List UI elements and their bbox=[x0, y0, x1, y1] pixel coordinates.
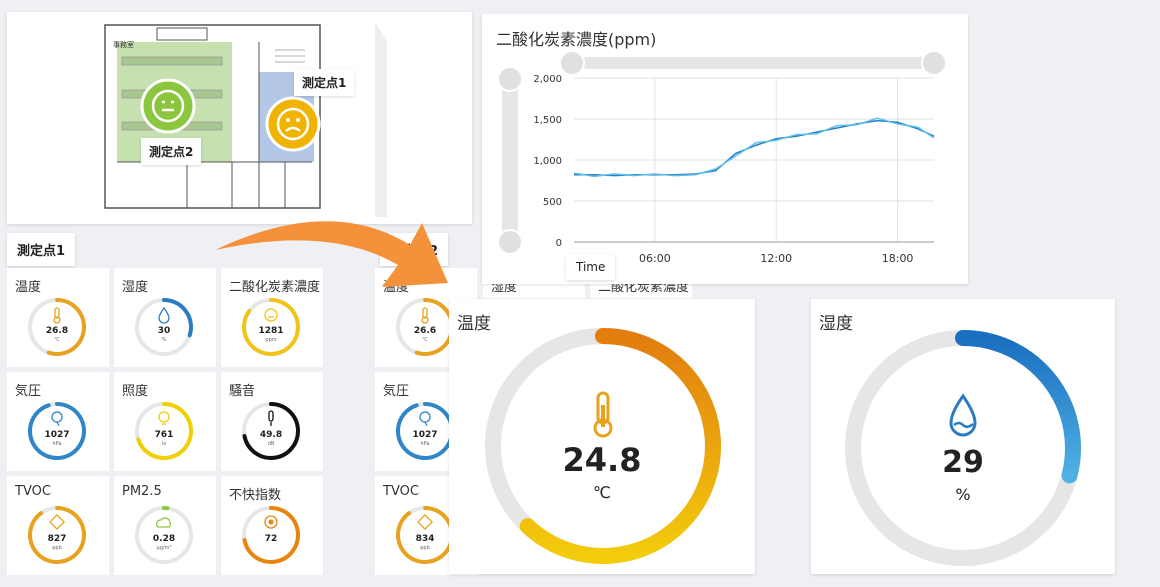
sad-face-icon[interactable] bbox=[265, 96, 321, 152]
y-tick-label: 1,000 bbox=[533, 156, 562, 167]
tile-value: 26.6 bbox=[414, 326, 436, 336]
tile-value: 1281 bbox=[258, 326, 283, 336]
big-humidity-panel[interactable]: 湿度 29 % bbox=[811, 299, 1115, 574]
range-slider-vertical[interactable] bbox=[502, 69, 518, 249]
tile-title: TVOC bbox=[383, 484, 419, 499]
tile-value: 0.28 bbox=[153, 534, 175, 544]
mini-gauge: 834ppb bbox=[396, 506, 454, 564]
point1-mic-tile[interactable]: 騒音 49.8 dB bbox=[221, 372, 323, 471]
mini-gauge: 26.8℃ bbox=[28, 298, 86, 356]
tile-title: 騒音 bbox=[229, 384, 256, 399]
point1-diamond-tile[interactable]: TVOC 827 ppb bbox=[7, 476, 109, 575]
tile-value: 1027 bbox=[44, 430, 69, 440]
co2-line-chart: 0 500 1,000 1,500 2,000 06:00 12:00 18:00 bbox=[497, 50, 947, 265]
point1-thermometer-tile[interactable]: 温度 26.8 ℃ bbox=[7, 268, 109, 367]
floor-plan-panel: 事務室 測定点1 測定点2 bbox=[7, 12, 472, 224]
droplet-icon bbox=[158, 306, 170, 324]
tile-unit: hPa bbox=[420, 441, 429, 447]
floor-label-point1[interactable]: 測定点1 bbox=[294, 69, 355, 96]
tile-value: 72 bbox=[265, 534, 278, 544]
room-label: 事務室 bbox=[113, 41, 134, 49]
thermometer-icon bbox=[593, 391, 613, 438]
tile-value: 761 bbox=[155, 430, 174, 440]
y-tick-label: 1,500 bbox=[533, 115, 562, 126]
range-slider-horizontal[interactable] bbox=[562, 57, 942, 69]
range-handle-bottom[interactable] bbox=[497, 229, 523, 255]
point1-bulb-tile[interactable]: 照度 761 lx bbox=[114, 372, 216, 471]
point1-target-tile[interactable]: 不快指数 72 bbox=[221, 476, 323, 575]
tile-title: PM2.5 bbox=[122, 484, 162, 499]
range-handle-left[interactable] bbox=[559, 50, 585, 76]
tile-unit: ppb bbox=[52, 545, 62, 551]
x-tick-label: 12:00 bbox=[760, 252, 792, 265]
tile-title: 湿度 bbox=[122, 280, 149, 295]
diamond-icon bbox=[49, 514, 65, 530]
big-humidity-value: 29 bbox=[942, 445, 984, 480]
tile-value: 1027 bbox=[412, 430, 437, 440]
tile-value: 49.8 bbox=[260, 430, 282, 440]
tile-title: 温度 bbox=[15, 280, 42, 295]
floor-plan bbox=[104, 22, 387, 217]
mini-gauge: 49.8dB bbox=[242, 402, 300, 460]
big-temperature-value: 24.8 bbox=[562, 441, 642, 479]
tile-title: 照度 bbox=[122, 384, 149, 399]
series-line-1 bbox=[574, 119, 935, 177]
target-icon bbox=[264, 515, 278, 529]
tile-title: 不快指数 bbox=[229, 488, 282, 503]
pin-icon bbox=[51, 411, 63, 427]
diamond-icon bbox=[417, 514, 433, 530]
tile-value: 834 bbox=[416, 534, 435, 544]
mini-gauge: 761lx bbox=[135, 402, 193, 460]
chart-x-label: Time bbox=[566, 254, 616, 280]
mic-icon bbox=[268, 410, 274, 426]
tile-unit: lx bbox=[162, 441, 166, 447]
droplet-icon bbox=[949, 393, 977, 437]
mini-gauge: 827ppb bbox=[28, 506, 86, 564]
mini-gauge: 0.28μg/m³ bbox=[135, 506, 193, 564]
big-temperature-panel[interactable]: 温度 24.8 ℃ bbox=[449, 299, 755, 574]
tile-title: 気圧 bbox=[15, 384, 42, 399]
tile-unit: % bbox=[162, 337, 167, 343]
bulb-icon bbox=[158, 411, 170, 425]
tile-value: 827 bbox=[48, 534, 67, 544]
tile-title: 気圧 bbox=[383, 384, 410, 399]
cloud-icon bbox=[156, 517, 172, 528]
mini-gauge: 1027hPa bbox=[28, 402, 86, 460]
big-temperature-unit: ℃ bbox=[593, 483, 611, 502]
tile-unit: ppm bbox=[265, 337, 276, 343]
y-tick-label: 2,000 bbox=[533, 74, 562, 85]
tile-value: 30 bbox=[158, 326, 171, 336]
mini-gauge: 1027hPa bbox=[396, 402, 454, 460]
range-handle-top[interactable] bbox=[497, 66, 523, 92]
tile-value: 26.8 bbox=[46, 326, 68, 336]
x-tick-label: 06:00 bbox=[639, 252, 671, 265]
y-tick-label: 0 bbox=[556, 238, 562, 249]
point1-droplet-tile[interactable]: 湿度 30% bbox=[114, 268, 216, 367]
y-tick-label: 500 bbox=[543, 197, 562, 208]
tile-unit: ℃ bbox=[422, 337, 428, 343]
x-tick-label: 18:00 bbox=[882, 252, 914, 265]
section-label-point1: 測定点1 bbox=[7, 233, 76, 266]
big-humidity-unit: % bbox=[955, 485, 971, 504]
mini-gauge: 30% bbox=[135, 298, 193, 356]
mini-gauge: 72 bbox=[242, 506, 300, 564]
tile-title: TVOC bbox=[15, 484, 51, 499]
tile-unit: dB bbox=[268, 441, 275, 447]
tile-unit: ppb bbox=[420, 545, 430, 551]
series-line-2 bbox=[573, 117, 935, 178]
tile-unit: ℃ bbox=[54, 337, 60, 343]
co2-chart-panel: 二酸化炭素濃度(ppm) 0 500 1,000 1,500 2,000 06:00 12:… bbox=[482, 14, 968, 284]
pin-icon bbox=[419, 411, 431, 427]
tile-unit: hPa bbox=[52, 441, 61, 447]
happy-face-icon[interactable] bbox=[140, 78, 196, 134]
tile-unit: μg/m³ bbox=[157, 545, 172, 551]
point1-pin-tile[interactable]: 気圧 1027 hPa bbox=[7, 372, 109, 471]
floor-label-point2[interactable]: 測定点2 bbox=[141, 138, 202, 165]
range-handle-right[interactable] bbox=[921, 50, 947, 76]
arrow-graphic bbox=[215, 221, 448, 287]
thermometer-icon bbox=[53, 307, 61, 324]
point1-cloud-tile[interactable]: PM2.5 0.28 μg/m³ bbox=[114, 476, 216, 575]
